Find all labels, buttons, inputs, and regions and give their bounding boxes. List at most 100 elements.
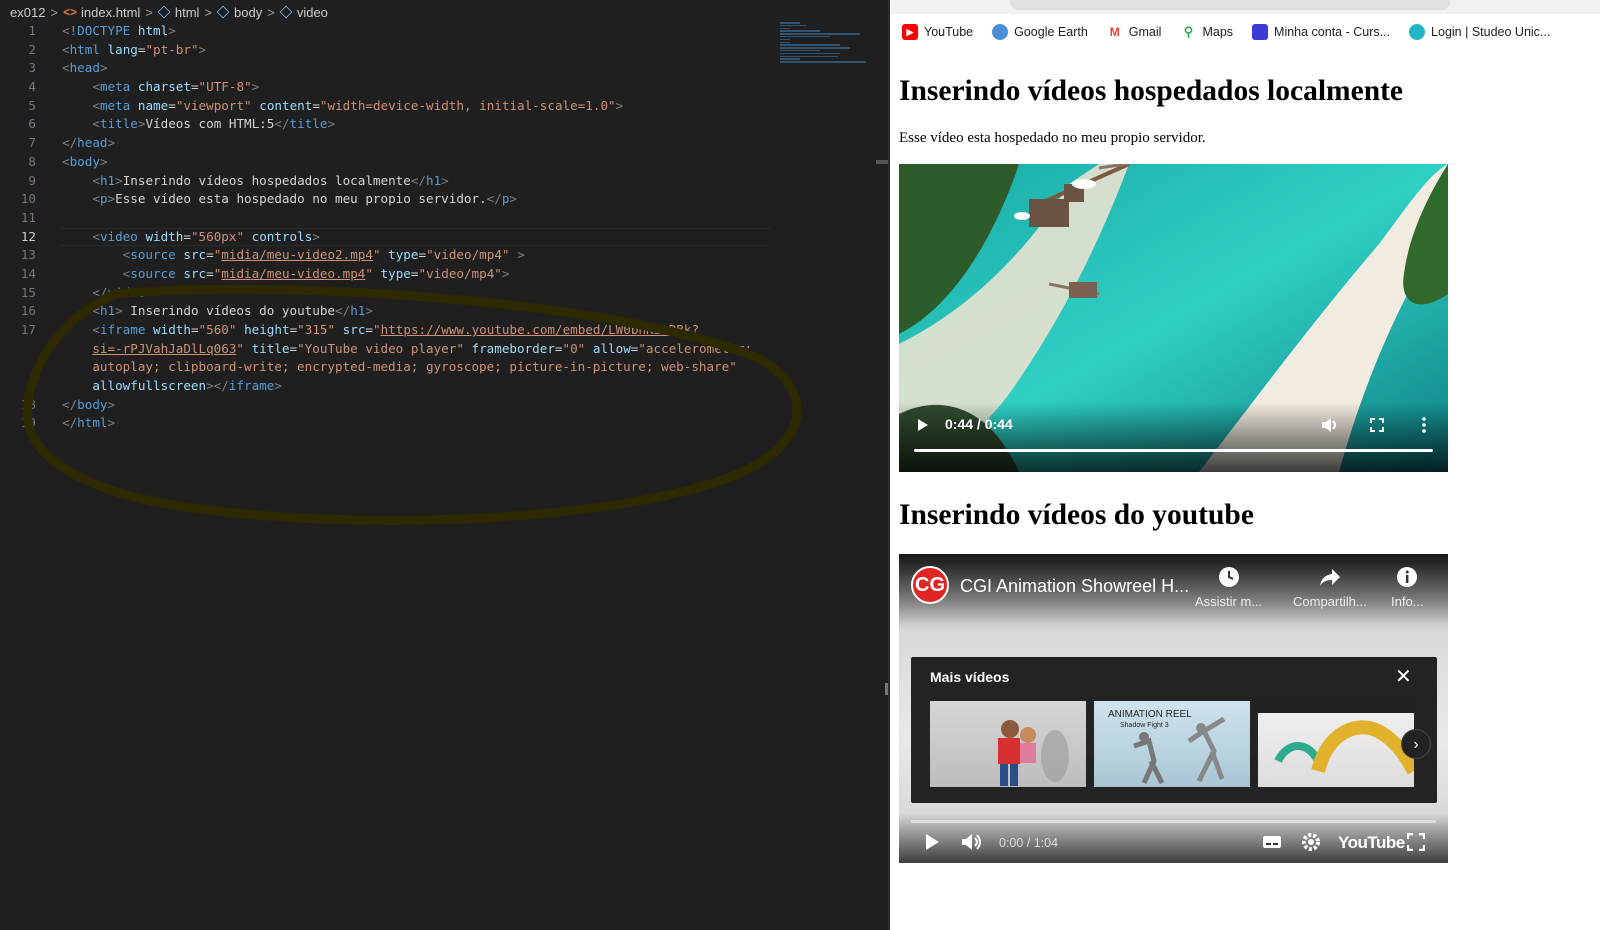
line-number: 12 [20, 228, 36, 244]
thumbnail-image [1258, 701, 1414, 775]
chevron-right-icon[interactable]: › [1401, 729, 1431, 759]
youtube-icon: ▶ [902, 24, 918, 40]
bookmark-label: YouTube [924, 25, 974, 39]
course-icon [1252, 24, 1269, 40]
youtube-video-title[interactable]: CGI Animation Showreel H... [960, 576, 1189, 597]
breadcrumb-html[interactable]: html [175, 5, 200, 20]
code-text: <meta name="viewport" content="width=dev… [92, 97, 624, 113]
code-line[interactable]: 9 <h1>Inserindo vídeos hospedados localm… [0, 172, 790, 191]
line-number: 9 [28, 172, 36, 188]
breadcrumb: ex012 > <> index.html > html > body > vi… [0, 0, 890, 24]
clock-icon [1218, 567, 1239, 587]
close-icon[interactable]: ✕ [1395, 666, 1412, 688]
more-videos-panel: Mais vídeos ✕ ANIMATION REEL Shadow Figh… [911, 657, 1437, 803]
bookmark-youtube[interactable]: ▶ YouTube [902, 24, 973, 40]
browser-window: ▶ YouTube Google Earth M Gmail ⚲ Maps Mi… [890, 0, 1600, 930]
bookmark-minha-conta[interactable]: Minha conta - Curs... [1252, 24, 1390, 40]
line-number: 11 [20, 209, 36, 225]
local-video-player[interactable]: 0:44 / 0:44 [899, 164, 1448, 472]
code-line[interactable]: 12 <video width="560px" controls> [0, 227, 790, 247]
chevron-right-icon: > [50, 4, 59, 20]
line-number: 4 [28, 79, 36, 95]
channel-logo[interactable]: CG [911, 566, 949, 604]
code-line[interactable]: 6 <title>Vídeos com HTML:5</title> [0, 115, 790, 134]
line-number: 3 [28, 60, 36, 76]
fullscreen-icon[interactable] [1366, 414, 1388, 436]
info-icon [1397, 567, 1418, 587]
watch-later-button[interactable]: Assistir m... [1195, 566, 1262, 609]
code-line[interactable]: 8 <body> [0, 153, 790, 172]
bookmarks-bar: ▶ YouTube Google Earth M Gmail ⚲ Maps Mi… [890, 0, 1600, 50]
youtube-progress-bar[interactable] [911, 820, 1436, 823]
code-text: <p>Esse vídeo esta hospedado no meu prop… [92, 191, 518, 207]
code-line[interactable]: 13 <source src="midia/meu-video2.mp4" ty… [0, 246, 790, 265]
scrollbar[interactable] [876, 160, 888, 164]
line-number: 5 [28, 97, 36, 113]
element-icon [216, 5, 230, 19]
code-line[interactable]: 4 <meta charset="UTF-8"> [0, 78, 790, 97]
address-bar[interactable] [1010, 0, 1450, 10]
line-number: 10 [20, 191, 36, 207]
code-line[interactable]: 3 <head> [0, 59, 790, 78]
line-number: 8 [28, 153, 36, 169]
bookmark-google-earth[interactable]: Google Earth [992, 24, 1088, 40]
video-thumbnail[interactable] [1258, 701, 1414, 787]
info-button[interactable]: Info... [1391, 566, 1424, 609]
subtitles-icon[interactable] [1261, 831, 1283, 853]
element-icon [279, 5, 293, 19]
google-earth-icon [992, 24, 1009, 40]
line-number: 2 [28, 41, 36, 57]
code-text: <html lang="pt-br"> [62, 41, 207, 57]
share-icon [1319, 569, 1340, 586]
code-line[interactable]: 5 <meta name="viewport" content="width=d… [0, 97, 790, 116]
chevron-right-icon: > [145, 4, 153, 20]
code-text: <source src="midia/meu-video.mp4" type="… [122, 265, 510, 281]
code-line[interactable]: 10 <p>Esse vídeo esta hospedado no meu p… [0, 190, 790, 209]
youtube-embed[interactable]: CG CGI Animation Showreel H... Assistir … [899, 554, 1448, 863]
code-line[interactable]: 7 </head> [0, 134, 790, 153]
video-thumbnail[interactable]: ANIMATION REEL Shadow Fight 3 [1094, 701, 1250, 787]
video-progress-bar[interactable] [914, 449, 1433, 452]
volume-icon[interactable] [961, 831, 983, 853]
share-button[interactable]: Compartilh... [1293, 566, 1367, 609]
line-number: 14 [20, 265, 36, 281]
address-bar-strip [890, 0, 1600, 14]
thumbnail-image [1133, 716, 1226, 785]
breadcrumb-file[interactable]: index.html [81, 5, 140, 20]
code-editor[interactable]: ex012 > <> index.html > html > body > vi… [0, 0, 890, 930]
youtube-logo[interactable]: YouTube [1338, 833, 1405, 853]
bookmark-studeo[interactable]: Login | Studeo Unic... [1409, 24, 1550, 40]
breadcrumb-folder[interactable]: ex012 [10, 5, 45, 20]
code-text: </head> [62, 135, 116, 151]
breadcrumb-video[interactable]: video [297, 5, 328, 20]
thumbnail-image [998, 720, 1069, 786]
code-line[interactable]: 14 <source src="midia/meu-video.mp4" typ… [0, 265, 790, 284]
code-text: <title>Vídeos com HTML:5</title> [92, 116, 336, 132]
youtube-time: 0:00 / 1:04 [999, 836, 1059, 850]
video-thumbnail[interactable] [930, 701, 1086, 787]
annotation-oval [22, 284, 802, 525]
line-number: 1 [28, 23, 36, 38]
html-file-icon: <> [63, 5, 78, 19]
more-options-icon[interactable] [1413, 414, 1435, 436]
code-line[interactable]: 2 <html lang="pt-br"> [0, 41, 790, 60]
play-icon[interactable] [921, 831, 943, 853]
breadcrumb-body[interactable]: body [234, 5, 262, 20]
settings-icon[interactable] [1300, 831, 1322, 853]
volume-icon[interactable] [1319, 414, 1341, 436]
line-number: 6 [28, 116, 36, 132]
element-icon [157, 5, 171, 19]
watch-later-label: Assistir m... [1195, 594, 1263, 609]
more-videos-title: Mais vídeos [930, 669, 1010, 685]
bookmark-gmail[interactable]: M Gmail [1106, 24, 1161, 40]
info-label: Info... [1391, 594, 1424, 609]
bookmark-label: Google Earth [1014, 25, 1088, 39]
code-text: <meta charset="UTF-8"> [92, 79, 260, 95]
code-line[interactable]: 1 <!DOCTYPE html> [0, 22, 790, 41]
code-text: <video width="560px" controls> [92, 228, 320, 244]
minimap[interactable] [780, 22, 872, 66]
play-icon[interactable] [912, 414, 934, 436]
bookmark-maps[interactable]: ⚲ Maps [1180, 24, 1233, 40]
code-line[interactable]: 11 [0, 209, 790, 228]
fullscreen-icon[interactable] [1405, 831, 1427, 853]
